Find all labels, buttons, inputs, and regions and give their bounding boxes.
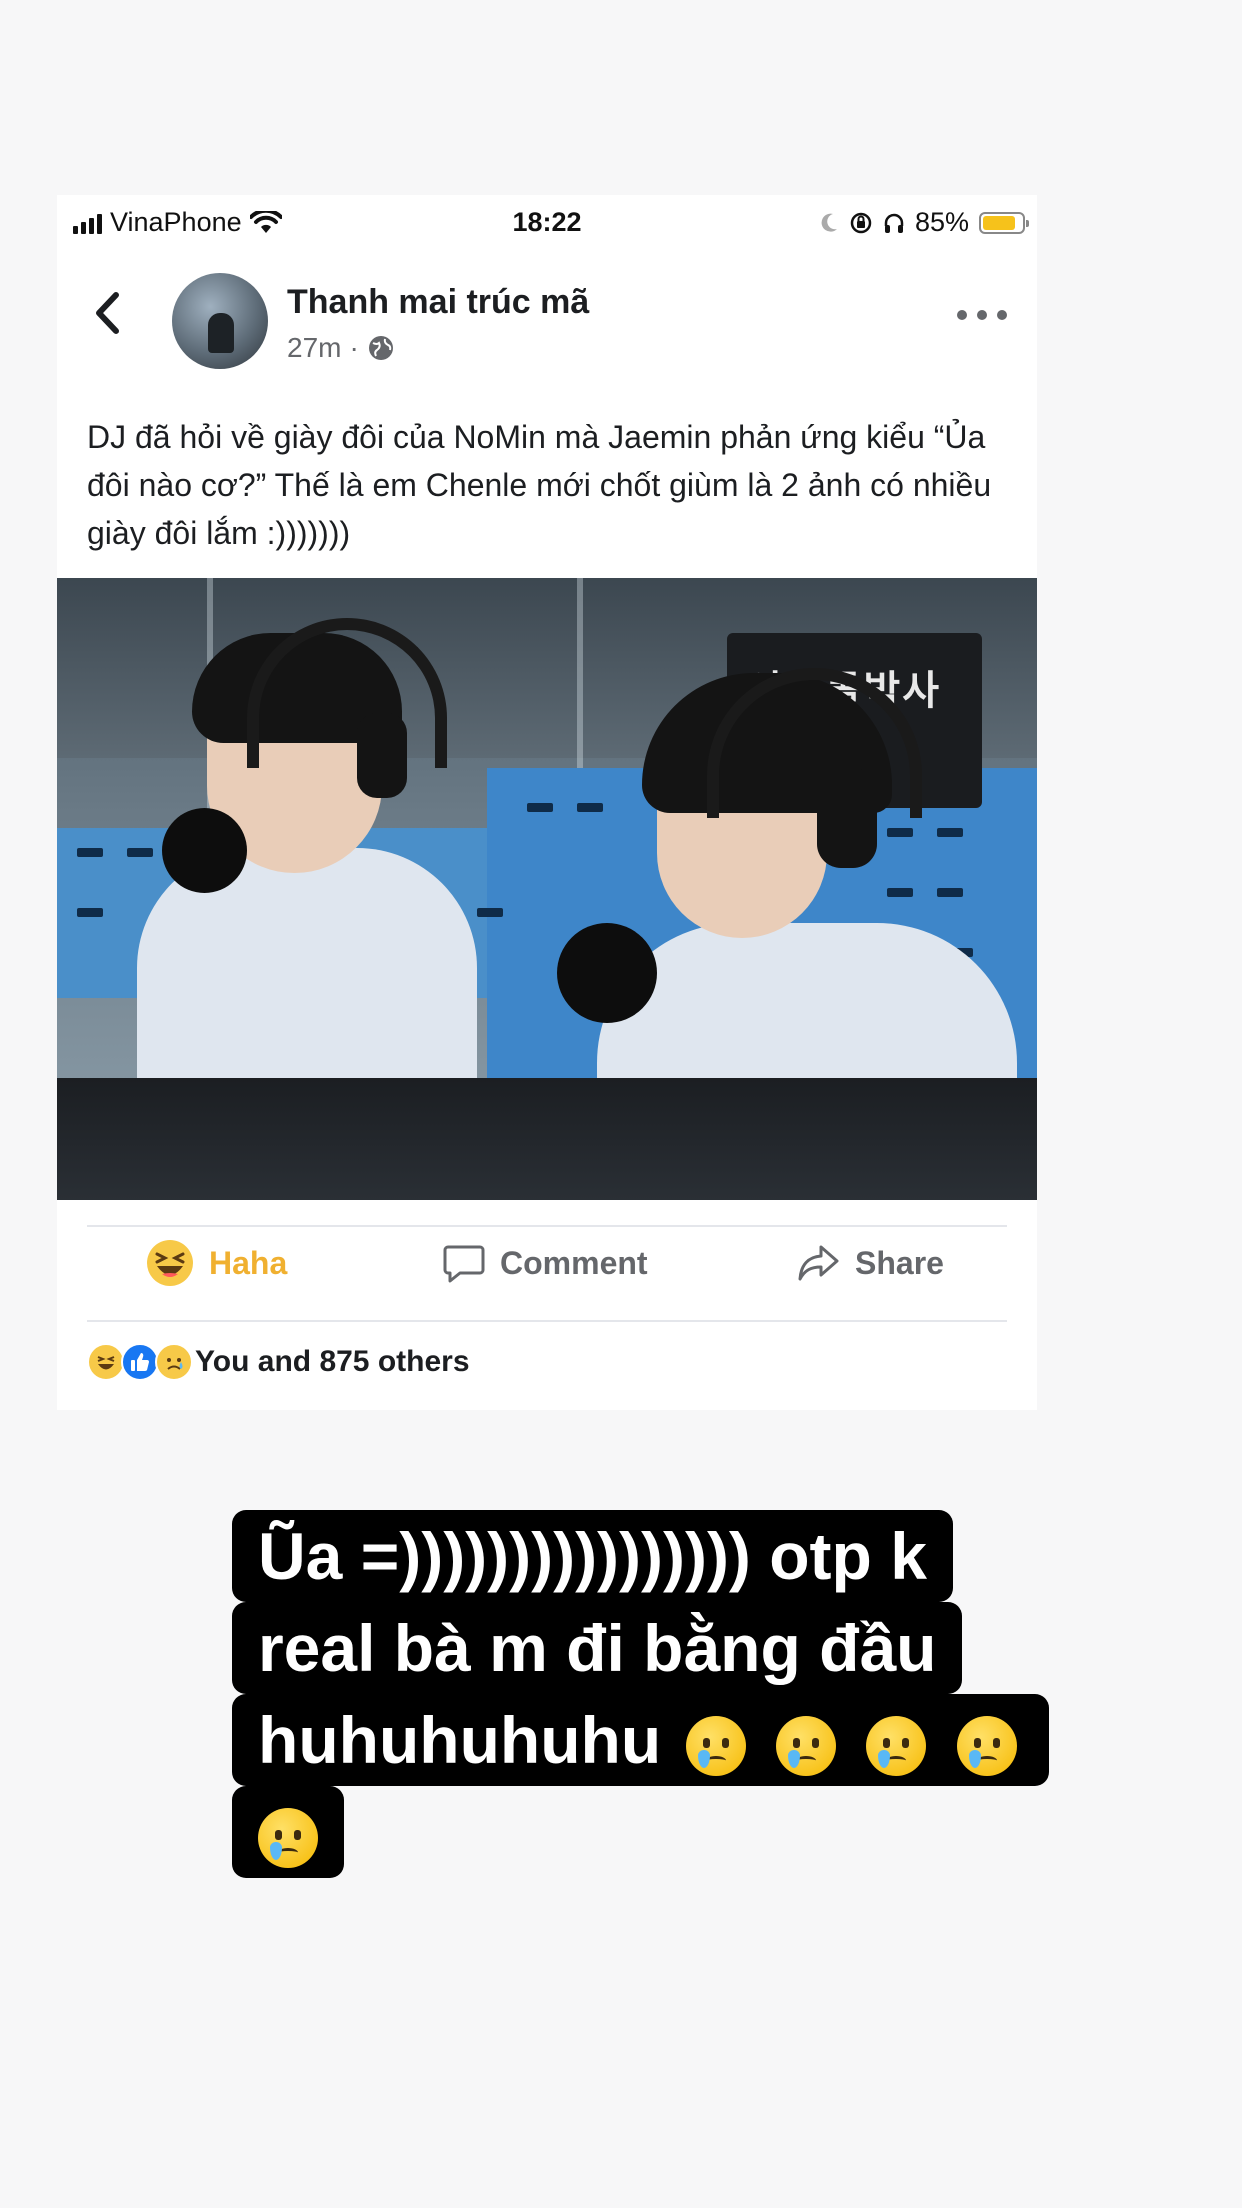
shared-post-screenshot: VinaPhone 18:22 85% Thanh mai trúc mã 27… <box>57 195 1037 1410</box>
globe-icon <box>368 336 393 360</box>
avatar[interactable] <box>172 273 268 369</box>
haha-icon <box>87 1343 125 1381</box>
post-photo[interactable]: 아이돌박사 <box>57 578 1037 1200</box>
reaction-icons <box>87 1343 193 1381</box>
divider <box>87 1320 1007 1322</box>
status-bar: VinaPhone 18:22 85% <box>57 195 1037 250</box>
caption-line-3: huhuhuhuhu <box>232 1694 1049 1786</box>
more-options-button[interactable] <box>957 305 1007 325</box>
post-time[interactable]: 27m <box>287 332 341 364</box>
comment-icon <box>443 1245 485 1283</box>
face-holding-back-tears-icon <box>775 1715 836 1776</box>
reactions-summary-text: You and 875 others <box>195 1345 470 1378</box>
haha-label: Haha <box>209 1244 288 1281</box>
comment-button[interactable]: Comment <box>442 1233 648 1293</box>
more-dot <box>997 310 1007 320</box>
haha-icon <box>147 1240 193 1286</box>
face-holding-back-tears-icon <box>258 1807 318 1868</box>
moon-icon <box>821 213 837 232</box>
post-text: DJ đã hỏi về giày đôi của NoMin mà Jaemi… <box>87 419 992 551</box>
battery-icon <box>979 211 1029 234</box>
haha-button[interactable]: Haha <box>145 1233 287 1293</box>
chevron-left-icon <box>96 292 119 334</box>
share-icon <box>798 1245 839 1281</box>
caption-line-3-text: huhuhuhuhu <box>258 1703 662 1777</box>
caption-line-2: real bà m đi bằng đầu <box>232 1602 963 1694</box>
story-caption: Ũa =)))))))))))))))) otp k real bà m đi … <box>232 1510 1172 1878</box>
back-button[interactable] <box>87 288 127 338</box>
poster-name[interactable]: Thanh mai trúc mã <box>287 283 589 322</box>
more-dot <box>957 310 967 320</box>
meta-separator: · <box>349 332 359 363</box>
rotation-lock-icon <box>850 212 872 233</box>
reactions-summary[interactable]: You and 875 others <box>87 1343 470 1381</box>
sad-icon <box>155 1343 193 1381</box>
like-icon <box>121 1343 159 1381</box>
share-label: Share <box>855 1244 944 1281</box>
battery-percent: 85% <box>914 207 969 237</box>
face-holding-back-tears-icon <box>866 1715 927 1776</box>
more-dot <box>977 310 987 320</box>
headphones-icon <box>884 213 904 233</box>
comment-label: Comment <box>500 1244 648 1281</box>
face-holding-back-tears-icon <box>956 1715 1017 1776</box>
battery-fill <box>983 215 1016 230</box>
share-button[interactable]: Share <box>797 1233 944 1293</box>
divider <box>87 1225 1007 1227</box>
post-meta: 27m · <box>287 332 395 364</box>
caption-line-1: Ũa =)))))))))))))))) otp k <box>232 1510 953 1602</box>
caption-line-4 <box>232 1786 344 1878</box>
face-holding-back-tears-icon <box>685 1715 746 1776</box>
